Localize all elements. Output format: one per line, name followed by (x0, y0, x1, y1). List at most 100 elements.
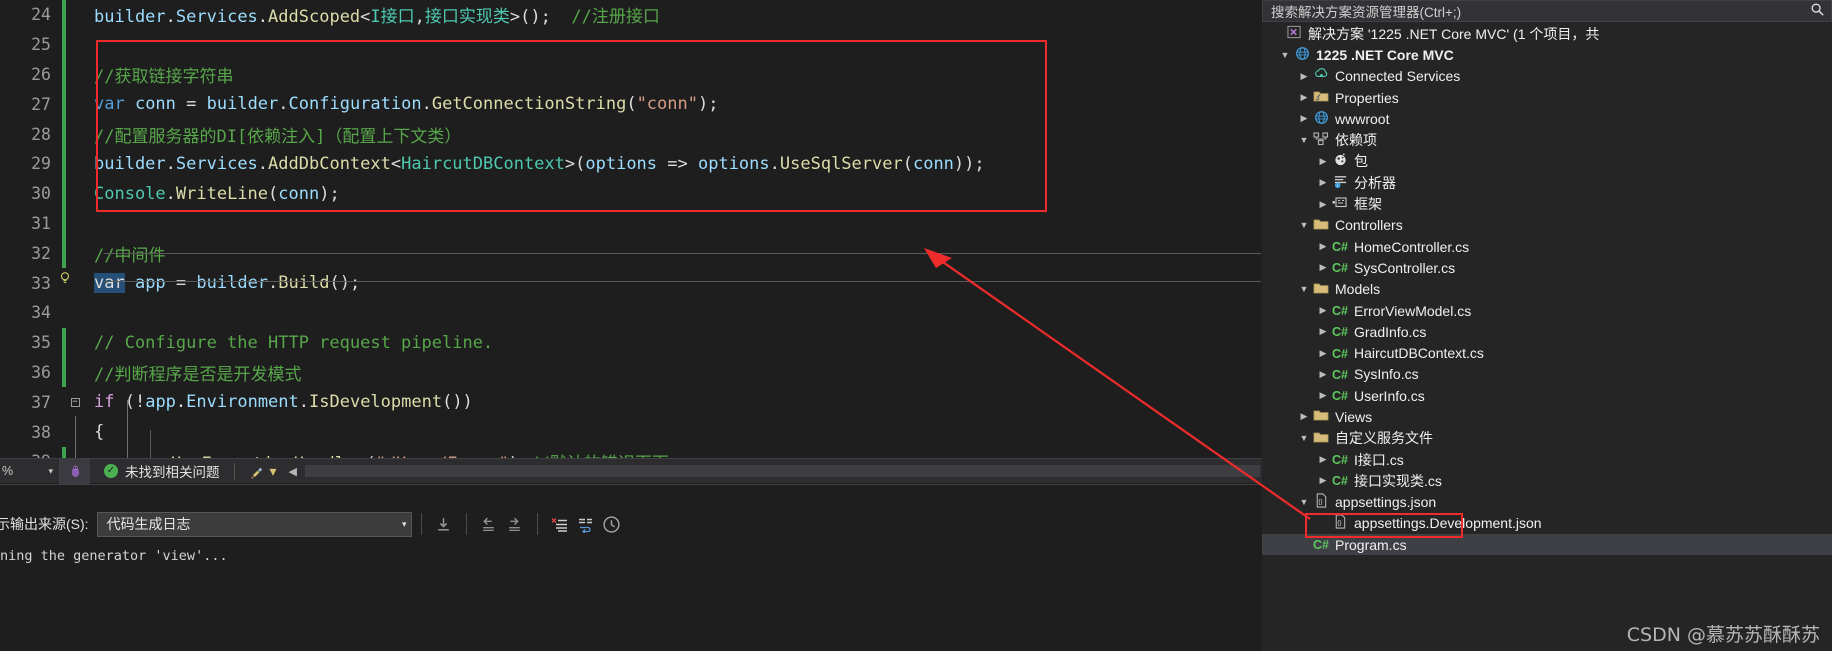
code-line[interactable]: 25 (0, 29, 1262, 60)
folder-icon (1311, 281, 1331, 298)
solution-explorer-tree[interactable]: 解决方案 '1225 .NET Core MVC' (1 个项目，共 ▼ 1225 … (1262, 23, 1832, 651)
output-source-dropdown[interactable]: 代码生成日志 ▾ (96, 511, 412, 537)
tree-item[interactable]: ▶ Properties (1262, 87, 1832, 108)
code-token: , (414, 7, 425, 28)
chevron-right-icon[interactable]: ▶ (1316, 241, 1330, 252)
chevron-right-icon[interactable]: ▶ (1316, 454, 1330, 465)
lightbulb-icon[interactable] (58, 271, 74, 287)
code-token: //判断程序是否是开发模式 (94, 364, 302, 385)
code-line[interactable]: 30 Console.WriteLine(conn); (0, 178, 1262, 209)
tree-item[interactable]: ▶ Views (1262, 406, 1832, 427)
navigate-forward-button[interactable] (502, 511, 528, 537)
chevron-right-icon[interactable]: ▶ (1316, 156, 1330, 167)
chevron-right-icon[interactable]: ▶ (1316, 348, 1330, 359)
horizontal-scrollbar[interactable] (305, 465, 1260, 477)
solution-explorer-search-box[interactable]: 搜索解决方案资源管理器(Ctrl+;) (1262, 0, 1832, 22)
brush-icon[interactable]: ▾ (249, 463, 277, 480)
tree-item[interactable]: ▶ i 分析器 (1262, 172, 1832, 193)
code-line[interactable]: 24 builder.Services.AddScoped<I接口,接口实现类>(… (0, 0, 1262, 30)
tree-item-label: Program.cs (1335, 536, 1407, 553)
chevron-right-icon[interactable]: ▶ (1316, 199, 1330, 210)
code-token: GetConnectionString (431, 94, 627, 115)
code-line[interactable]: 35 // Configure the HTTP request pipeline… (0, 327, 1262, 358)
code-token: conn (278, 183, 320, 204)
change-indicator (62, 0, 66, 30)
code-line[interactable]: 37− if (!app.Environment.IsDevelopment()) (0, 387, 1262, 417)
tree-item[interactable]: ▶ C# GradInfo.cs (1262, 321, 1832, 342)
scroll-left-icon[interactable]: ◀ (289, 465, 297, 478)
clear-all-button[interactable] (547, 511, 573, 537)
code-line[interactable]: 32 //中间件 (0, 238, 1262, 269)
code-line[interactable]: 33 var app = builder.Build(); (0, 268, 1262, 298)
tree-item[interactable]: ▶ C# UserInfo.cs (1262, 385, 1832, 406)
tree-item[interactable]: ▼ Models (1262, 279, 1832, 300)
csharp-file-icon: C# (1332, 325, 1348, 340)
line-number: 36 (31, 362, 51, 382)
tree-item[interactable]: ▶ C# HaircutDBContext.cs (1262, 342, 1832, 363)
fold-margin[interactable]: − (66, 396, 84, 408)
code-line[interactable]: 27 var conn = builder.Configuration.GetCo… (0, 89, 1262, 120)
tree-item[interactable]: ▼ 依赖项 (1262, 129, 1832, 150)
folder-icon (1311, 430, 1331, 447)
tree-item-label: Connected Services (1335, 68, 1461, 85)
code-token: => (657, 153, 698, 174)
code-line[interactable]: 28 //配置服务器的DI[依赖注入]（配置上下文类） (0, 119, 1262, 149)
tree-item[interactable]: ▶ C# SysInfo.cs (1262, 364, 1832, 385)
line-number: 28 (31, 124, 51, 144)
code-line[interactable]: 34 (0, 298, 1262, 328)
chevron-down-icon[interactable]: ▼ (1297, 284, 1311, 294)
chevron-down-icon[interactable]: ▼ (1278, 50, 1292, 60)
chevron-down-icon[interactable]: ▼ (1297, 220, 1311, 230)
code-line[interactable]: 36 //判断程序是否是开发模式 (0, 357, 1262, 388)
tree-item[interactable]: ▶ C# SysController.cs (1262, 257, 1832, 278)
chevron-right-icon[interactable]: ▶ (1316, 475, 1330, 486)
chevron-right-icon[interactable]: ▶ (1297, 92, 1311, 103)
bug-icon[interactable] (60, 458, 90, 484)
chevron-right-icon[interactable]: ▶ (1316, 262, 1330, 273)
tree-item-selected[interactable]: C# Program.cs (1262, 534, 1832, 556)
tree-item[interactable]: ▼ {} appsettings.json (1262, 492, 1832, 513)
jump-to-source-button[interactable] (431, 511, 457, 537)
navigate-back-button[interactable] (476, 511, 502, 537)
tree-item[interactable]: ▶ wwwroot (1262, 108, 1832, 129)
chevron-right-icon[interactable]: ▶ (1316, 177, 1330, 188)
chevron-right-icon[interactable]: ▶ (1316, 390, 1330, 401)
tree-item[interactable]: ▶ C# I接口.cs (1262, 449, 1832, 470)
toggle-timestamps-button[interactable] (599, 511, 625, 537)
chevron-right-icon[interactable]: ▶ (1297, 411, 1311, 422)
tree-item[interactable]: ▶ C# ErrorViewModel.cs (1262, 300, 1832, 321)
tree-item[interactable]: ▼ Controllers (1262, 215, 1832, 236)
search-icon[interactable] (1810, 2, 1825, 20)
chevron-right-icon[interactable]: ▶ (1316, 326, 1330, 337)
code-token: . (165, 7, 176, 28)
code-token: 接口实现类 (424, 7, 510, 28)
solution-root-row[interactable]: 解决方案 '1225 .NET Core MVC' (1 个项目，共 (1262, 23, 1832, 44)
line-number: 38 (31, 422, 51, 442)
chevron-down-icon[interactable]: ▼ (1297, 497, 1311, 507)
code-token: >( (564, 153, 586, 174)
tree-item[interactable]: {} appsettings.Development.json (1262, 513, 1832, 534)
chevron-down-icon[interactable]: ▼ (1297, 135, 1311, 145)
chevron-right-icon[interactable]: ▶ (1297, 113, 1311, 124)
chevron-right-icon[interactable]: ▶ (1316, 305, 1330, 316)
code-token: //获取链接字符串 (94, 66, 234, 87)
code-line[interactable]: 38 { (0, 416, 1262, 447)
toggle-word-wrap-button[interactable] (573, 511, 599, 537)
line-number: 24 (31, 5, 51, 25)
code-line[interactable]: 29 builder.Services.AddDbContext<HaircutD… (0, 148, 1262, 179)
code-editor-text-area[interactable]: 24 builder.Services.AddScoped<I接口,接口实现类>(… (0, 0, 1262, 477)
code-line[interactable]: 26 //获取链接字符串 (0, 59, 1262, 90)
chevron-down-icon[interactable]: ▼ (1297, 433, 1311, 443)
chevron-right-icon[interactable]: ▶ (1316, 369, 1330, 380)
tree-item[interactable]: ▶ 包 (1262, 151, 1832, 172)
chevron-right-icon[interactable]: ▶ (1297, 71, 1311, 82)
wwwroot-icon (1311, 110, 1331, 128)
tree-item[interactable]: ▼ 1225 .NET Core MVC (1262, 44, 1832, 65)
tree-item[interactable]: ▶ C# HomeController.cs (1262, 236, 1832, 257)
tree-item[interactable]: ▼ 自定义服务文件 (1262, 428, 1832, 449)
tree-item[interactable]: ▶ Connected Services (1262, 66, 1832, 87)
tree-item[interactable]: ▶ C# 接口实现类.cs (1262, 470, 1832, 491)
zoom-level-control[interactable]: % ▾ (0, 458, 60, 484)
code-line[interactable]: 31 (0, 208, 1262, 239)
tree-item[interactable]: ▶ 框架 (1262, 193, 1832, 214)
